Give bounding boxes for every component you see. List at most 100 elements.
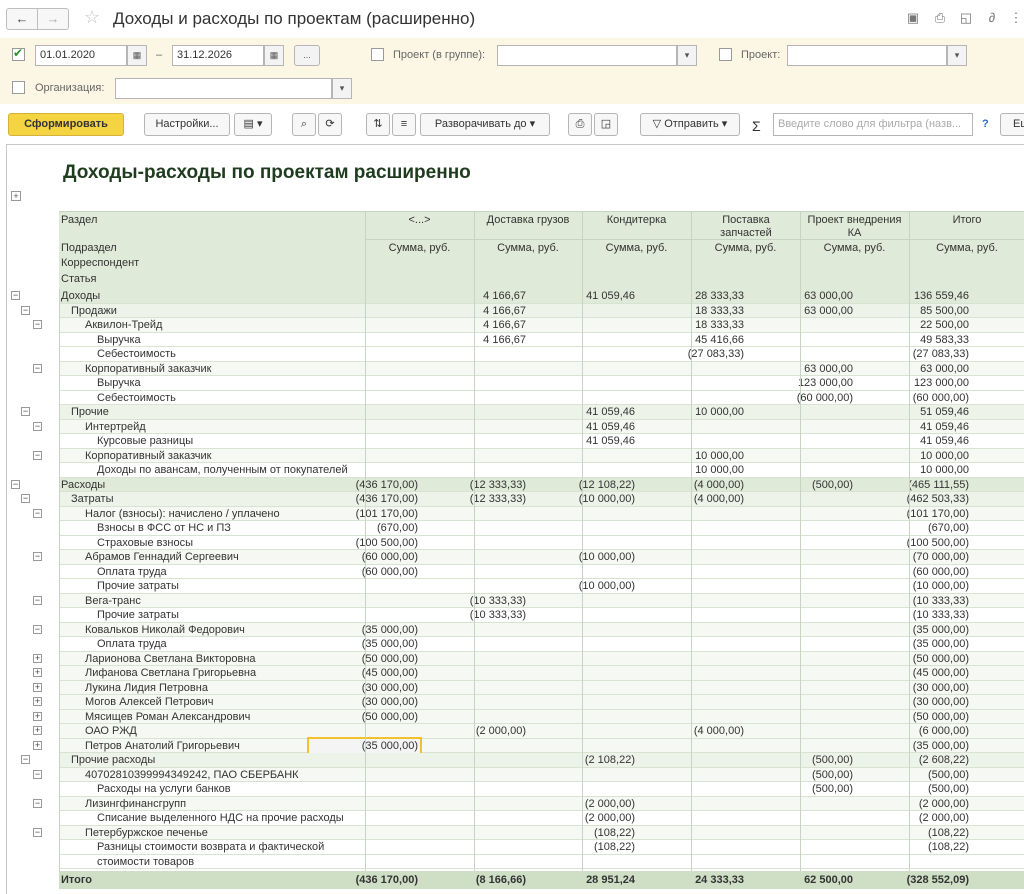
row-value[interactable]: (12 108,22): [579, 478, 635, 492]
row-value[interactable]: (70 000,00): [913, 550, 969, 564]
row-value[interactable]: (50 000,00): [362, 652, 418, 666]
row-value[interactable]: (100 500,00): [907, 536, 969, 550]
row-value[interactable]: (108,22): [928, 826, 969, 840]
project-group-field[interactable]: [497, 45, 677, 66]
row-value[interactable]: (462 503,33): [907, 492, 969, 506]
table-row[interactable]: + Лифанова Светлана Григорьевна (45 000,00…: [7, 666, 1024, 681]
row-value[interactable]: (27 083,33): [913, 347, 969, 361]
table-row[interactable]: Расходы на услуги банков (500,00) (500,00): [7, 782, 1024, 797]
row-value[interactable]: (30 000,00): [913, 695, 969, 709]
dropdown-arrow-icon[interactable]: ▾: [332, 78, 352, 99]
table-row[interactable]: − Интертрейд 41 059,46 41 059,46: [7, 419, 1024, 434]
row-value[interactable]: (30 000,00): [362, 695, 418, 709]
row-value[interactable]: (670,00): [928, 521, 969, 535]
collapse-icon[interactable]: −: [21, 494, 30, 503]
row-value[interactable]: 41 059,46: [920, 434, 969, 448]
send-button[interactable]: ▽ Отправить ▾: [640, 113, 740, 136]
row-value[interactable]: 85 500,00: [920, 304, 969, 318]
row-value[interactable]: (45 000,00): [913, 666, 969, 680]
row-value[interactable]: (4 000,00): [694, 724, 744, 738]
row-value[interactable]: (465 111,55): [908, 478, 969, 492]
row-value[interactable]: (500,00): [928, 782, 969, 796]
row-value[interactable]: (4 000,00): [694, 478, 744, 492]
row-value[interactable]: (500,00): [812, 478, 853, 492]
table-row[interactable]: + Лукина Лидия Петровна (30 000,00) (30 000…: [7, 680, 1024, 695]
table-row[interactable]: − Налог (взносы): начислено / уплачено (10…: [7, 506, 1024, 521]
row-value[interactable]: (35 000,00): [913, 739, 969, 753]
row-value[interactable]: (35 000,00): [362, 623, 418, 637]
table-row[interactable]: + Могов Алексей Петрович (30 000,00) (30 00…: [7, 695, 1024, 710]
row-value[interactable]: 10 000,00: [920, 463, 969, 477]
total-value[interactable]: 62 500,00: [804, 871, 853, 889]
expand-icon[interactable]: +: [33, 682, 42, 692]
row-value[interactable]: 41 059,46: [586, 405, 635, 419]
sort-asc-icon[interactable]: ⇅: [366, 113, 390, 136]
period-select-button[interactable]: ...: [294, 45, 320, 66]
table-row[interactable]: Оплата труда (60 000,00) (60 000,00): [7, 565, 1024, 579]
collapse-icon[interactable]: −: [33, 552, 42, 561]
expand-icon[interactable]: +: [33, 697, 42, 706]
table-row[interactable]: + ОАО РЖД (2 000,00) (4 000,00) (6 000,00): [7, 724, 1024, 739]
row-value[interactable]: (30 000,00): [913, 681, 969, 695]
row-value[interactable]: (12 333,33): [470, 478, 526, 492]
row-value[interactable]: (2 000,00): [919, 811, 969, 825]
row-value[interactable]: 4 166,67: [483, 333, 526, 347]
sort-desc-icon[interactable]: ≡: [392, 113, 416, 136]
total-value[interactable]: (436 170,00): [356, 871, 418, 889]
collapse-icon[interactable]: −: [33, 508, 42, 518]
row-value[interactable]: 63 000,00: [920, 362, 969, 376]
table-row[interactable]: − 40702810399994349242, ПАО СБЕРБАНК (500,…: [7, 767, 1024, 782]
filter-search-input[interactable]: Введите слово для фильтра (назв...: [773, 113, 973, 136]
calendar-icon[interactable]: ▦: [264, 45, 284, 66]
more-button[interactable]: Еще: [1000, 113, 1024, 136]
row-value[interactable]: 49 583,33: [920, 333, 969, 347]
row-value[interactable]: 123 000,00: [914, 376, 969, 390]
table-row[interactable]: Себестоимость (60 000,00) (60 000,00): [7, 391, 1024, 405]
table-row[interactable]: − Ковальков Николай Федорович (35 000,00) (…: [7, 622, 1024, 637]
row-value[interactable]: 4 166,67: [483, 289, 526, 303]
dropdown-arrow-icon[interactable]: ▾: [947, 45, 967, 66]
find-next-icon[interactable]: ⟳: [318, 113, 342, 136]
table-row[interactable]: − Доходы 4 166,67 41 059,46 28 333,33 63 000,…: [7, 289, 1024, 304]
collapse-icon[interactable]: −: [33, 827, 42, 837]
table-row[interactable]: Прочие затраты (10 000,00) (10 000,00): [7, 579, 1024, 594]
row-value[interactable]: (2 108,22): [585, 753, 635, 767]
collapse-icon[interactable]: −: [33, 798, 42, 808]
row-value[interactable]: 41 059,46: [586, 289, 635, 303]
table-row[interactable]: Списание выделенного НДС на прочие расхо…: [7, 811, 1024, 826]
row-value[interactable]: (10 333,33): [913, 594, 969, 608]
collapse-icon[interactable]: −: [11, 479, 20, 489]
collapse-icon[interactable]: −: [33, 450, 42, 460]
table-row[interactable]: Себестоимость (27 083,33) (27 083,33): [7, 347, 1024, 362]
table-row[interactable]: Прочие затраты (10 333,33) (10 333,33): [7, 608, 1024, 623]
row-value[interactable]: (2 000,00): [919, 797, 969, 811]
row-value[interactable]: (6 000,00): [919, 724, 969, 738]
find-icon[interactable]: ⌕: [292, 113, 316, 136]
table-row[interactable]: Взносы в ФСС от НС и ПЗ (670,00) (670,00): [7, 521, 1024, 536]
expand-icon[interactable]: +: [33, 740, 42, 750]
table-row[interactable]: Выручка 4 166,67 45 416,66 49 583,33: [7, 333, 1024, 347]
project-group-checkbox[interactable]: [371, 48, 384, 61]
row-value[interactable]: (4 000,00): [694, 492, 744, 506]
row-value[interactable]: (50 000,00): [362, 710, 418, 724]
variant-menu-icon[interactable]: ▤ ▾: [234, 113, 272, 136]
row-value[interactable]: (2 608,22): [919, 753, 969, 767]
row-value[interactable]: 45 416,66: [695, 333, 744, 347]
row-value[interactable]: 63 000,00: [804, 362, 853, 376]
row-value[interactable]: 136 559,46: [914, 289, 969, 303]
period-from-field[interactable]: 01.01.2020: [35, 45, 127, 66]
print-icon[interactable]: ⎙: [568, 113, 592, 136]
table-row[interactable]: − Петербуржское печенье (108,22) (108,22): [7, 825, 1024, 840]
row-value[interactable]: (10 333,33): [470, 608, 526, 622]
row-value[interactable]: 4 166,67: [483, 318, 526, 332]
row-value[interactable]: 63 000,00: [804, 289, 853, 303]
period-checkbox[interactable]: [12, 46, 25, 61]
generate-button[interactable]: Сформировать: [8, 113, 124, 136]
row-value[interactable]: 10 000,00: [695, 449, 744, 463]
collapse-icon[interactable]: −: [33, 769, 42, 779]
row-value[interactable]: (2 000,00): [585, 811, 635, 825]
row-value[interactable]: (10 000,00): [579, 579, 635, 593]
collapse-icon[interactable]: −: [21, 755, 30, 764]
calendar-icon[interactable]: ▦: [127, 45, 147, 66]
collapse-icon[interactable]: −: [21, 305, 30, 315]
